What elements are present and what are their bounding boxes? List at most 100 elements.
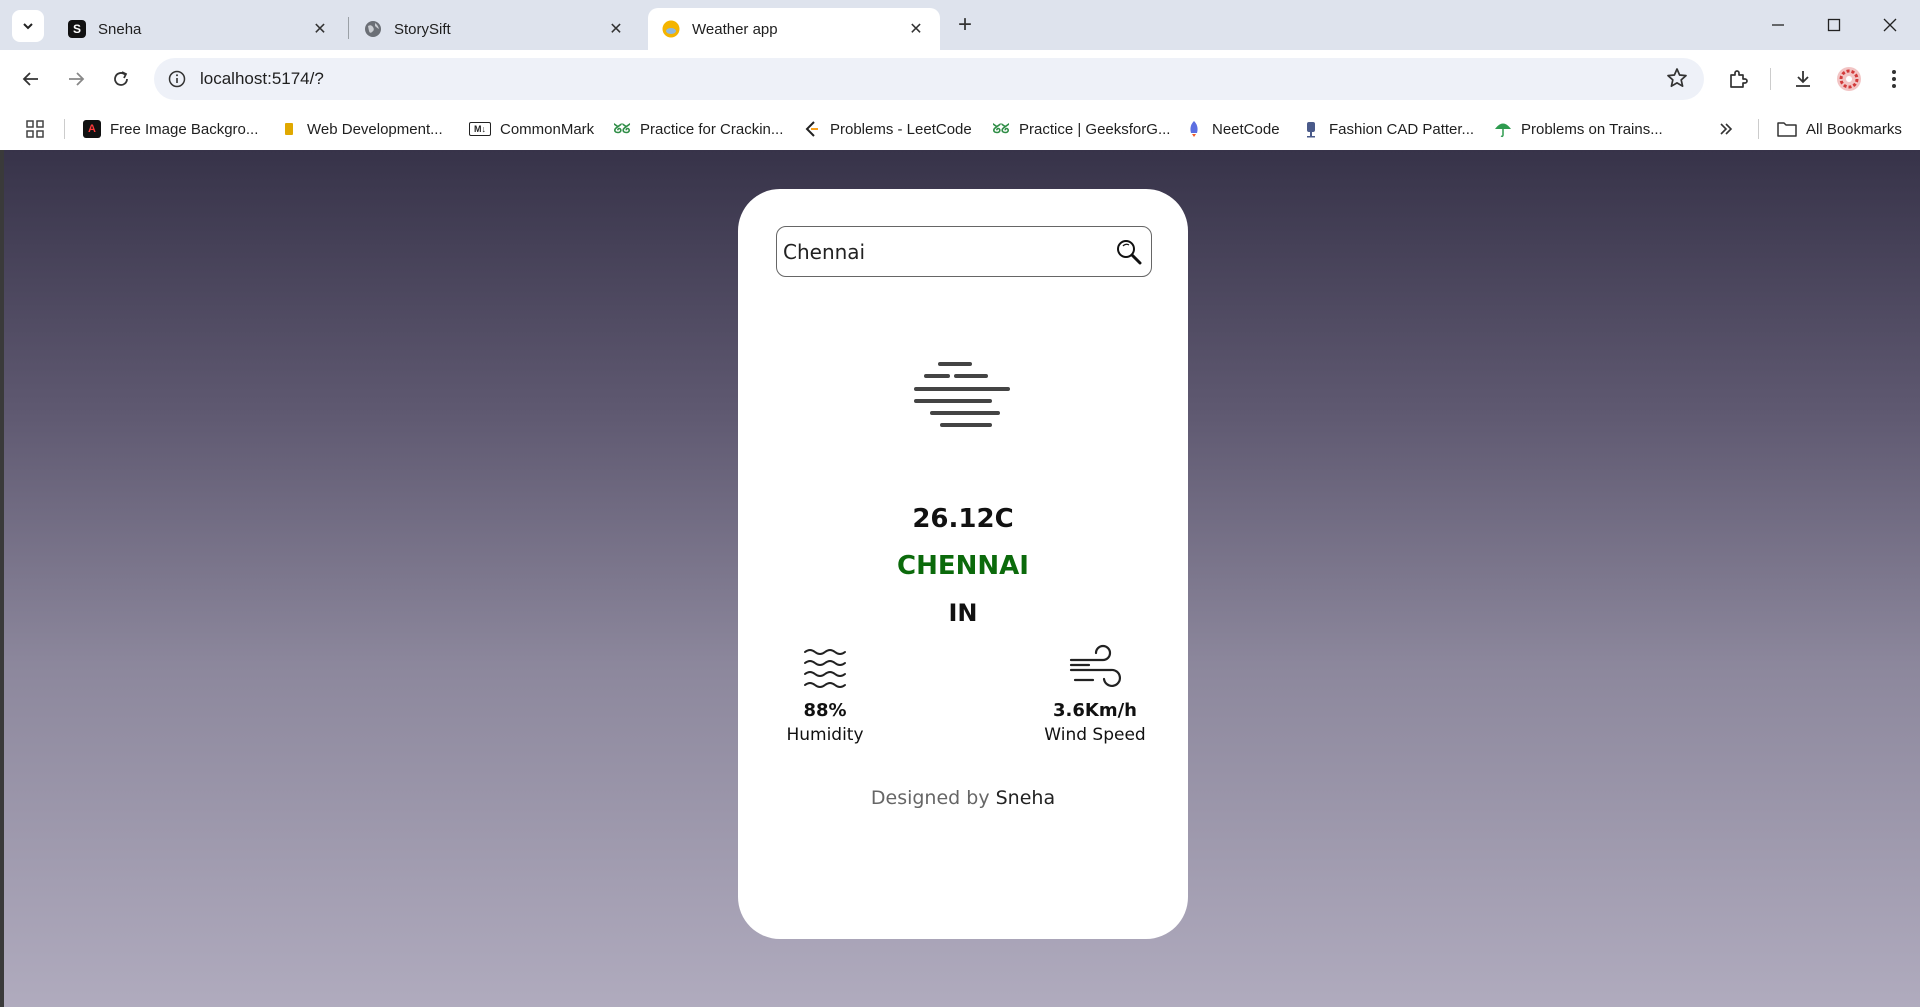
humidity-stat: 88% Humidity xyxy=(755,644,895,745)
bookmark-geeksforgeeks[interactable]: ᘜᘜ Practice | GeeksforG... xyxy=(992,118,1171,140)
bookmark-practice-cracking[interactable]: ᘜᘜ Practice for Crackin... xyxy=(613,118,784,140)
bookmark-commonmark[interactable]: M↓ CommonMark xyxy=(469,118,594,140)
more-bookmarks-button[interactable] xyxy=(1718,118,1734,140)
wind-speed-value: 3.6Km/h xyxy=(1053,700,1137,721)
bookmark-free-image[interactable]: A Free Image Backgro... xyxy=(83,118,258,140)
close-icon[interactable]: ✕ xyxy=(606,19,626,39)
bookmark-icon xyxy=(280,120,298,138)
download-icon xyxy=(1796,71,1810,87)
bookmark-label: NeetCode xyxy=(1212,120,1280,138)
mist-icon xyxy=(914,362,1010,427)
forward-button[interactable] xyxy=(60,63,92,95)
city-search-input[interactable] xyxy=(783,235,1103,269)
tab-strip: S Sneha ✕ StorySift ✕ Weather app ✕ + xyxy=(0,0,1920,50)
wind-speed-label: Wind Speed xyxy=(1044,725,1146,745)
bookmark-label: Practice | GeeksforG... xyxy=(1019,120,1171,138)
bookmarks-divider xyxy=(64,119,65,139)
credit-prefix: Designed by xyxy=(870,787,990,809)
reload-icon xyxy=(114,71,128,86)
weather-app-icon xyxy=(662,20,680,38)
close-icon[interactable]: ✕ xyxy=(906,19,926,39)
back-arrow-icon xyxy=(22,72,38,86)
weather-card: 26.12C CHENNAI IN 88% Humidity xyxy=(738,189,1188,939)
minimize-button[interactable] xyxy=(1750,6,1806,44)
tab-storysift[interactable]: StorySift ✕ xyxy=(350,8,640,50)
extensions-button[interactable] xyxy=(1722,63,1754,95)
tab-sneha[interactable]: S Sneha ✕ xyxy=(54,8,344,50)
designer-credit: Designed by Sneha xyxy=(738,787,1188,809)
search-icon xyxy=(1117,240,1142,265)
gfg-icon: ᘜᘜ xyxy=(613,121,631,136)
apps-grid-icon xyxy=(26,120,44,138)
bookmark-web-development[interactable]: Web Development... xyxy=(280,118,443,140)
adobe-icon: A xyxy=(83,120,101,138)
chevron-double-right-icon xyxy=(1720,123,1733,135)
close-icon[interactable]: ✕ xyxy=(310,19,330,39)
bookmark-label: Problems on Trains... xyxy=(1521,120,1663,138)
bookmark-label: Practice for Crackin... xyxy=(640,120,784,138)
search-button[interactable] xyxy=(1113,236,1145,268)
profile-avatar[interactable] xyxy=(1833,63,1865,95)
bookmark-star-icon[interactable] xyxy=(1666,67,1690,91)
maximize-icon xyxy=(1827,18,1841,32)
avatar-icon xyxy=(1837,67,1861,91)
forward-arrow-icon xyxy=(69,72,85,86)
puzzle-icon xyxy=(1730,70,1748,88)
more-vertical-icon xyxy=(1892,70,1896,88)
umbrella-icon xyxy=(1494,120,1512,138)
mannequin-icon xyxy=(1302,120,1320,138)
new-tab-button[interactable]: + xyxy=(951,11,979,39)
bookmarks-bar: A Free Image Backgro... Web Development.… xyxy=(0,108,1920,150)
tab-search-button[interactable] xyxy=(12,10,44,42)
maximize-button[interactable] xyxy=(1806,6,1862,44)
downloads-button[interactable] xyxy=(1787,63,1819,95)
apps-button[interactable] xyxy=(25,118,45,140)
bookmark-label: Free Image Backgro... xyxy=(110,120,259,138)
toolbar-divider xyxy=(1770,68,1771,90)
wind-stat: 3.6Km/h Wind Speed xyxy=(1025,644,1165,745)
tab-divider xyxy=(348,17,349,39)
bookmark-label: CommonMark xyxy=(500,120,595,138)
all-bookmarks-button[interactable]: All Bookmarks xyxy=(1777,118,1902,140)
bookmark-fashion-cad[interactable]: Fashion CAD Patter... xyxy=(1302,118,1474,140)
all-bookmarks-label: All Bookmarks xyxy=(1806,120,1902,138)
wind-icon xyxy=(1069,644,1122,688)
bookmark-label: Web Development... xyxy=(307,120,443,138)
chevron-down-icon xyxy=(23,23,33,30)
address-bar[interactable]: localhost:5174/? xyxy=(154,58,1704,100)
rocket-icon xyxy=(1185,120,1203,138)
reload-button[interactable] xyxy=(105,63,137,95)
city-name: CHENNAI xyxy=(897,551,1029,581)
tab-title: Sneha xyxy=(98,20,142,38)
search-box xyxy=(776,226,1152,277)
bookmark-problems-trains[interactable]: Problems on Trains... xyxy=(1494,118,1663,140)
minimize-icon xyxy=(1772,24,1784,26)
browser-menu-button[interactable] xyxy=(1878,63,1910,95)
bookmark-neetcode[interactable]: NeetCode xyxy=(1185,118,1280,140)
close-window-button[interactable] xyxy=(1862,6,1918,44)
leetcode-icon xyxy=(803,120,821,138)
url-text: localhost:5174/? xyxy=(200,69,324,88)
bookmark-label: Fashion CAD Patter... xyxy=(1329,120,1475,138)
humidity-label: Humidity xyxy=(786,725,864,745)
humidity-value: 88% xyxy=(803,700,847,721)
tab-title: Weather app xyxy=(692,20,778,38)
page-viewport: 26.12C CHENNAI IN 88% Humidity xyxy=(4,150,1920,1007)
country-code: IN xyxy=(948,599,978,627)
humidity-waves-icon xyxy=(804,649,846,688)
close-icon xyxy=(1883,18,1897,32)
sneha-favicon-icon: S xyxy=(68,20,86,38)
bookmarks-divider xyxy=(1758,119,1759,139)
globe-icon xyxy=(364,20,382,38)
browser-toolbar: localhost:5174/? xyxy=(0,50,1920,108)
markdown-icon: M↓ xyxy=(469,122,491,136)
site-info-icon[interactable] xyxy=(166,68,188,90)
tab-title: StorySift xyxy=(394,20,451,38)
bookmark-label: Problems - LeetCode xyxy=(830,120,972,138)
folder-icon xyxy=(1777,120,1797,138)
back-button[interactable] xyxy=(15,63,47,95)
gfg-icon: ᘜᘜ xyxy=(992,121,1010,136)
tab-weather-app[interactable]: Weather app ✕ xyxy=(648,8,940,50)
temperature: 26.12C xyxy=(912,504,1014,534)
bookmark-leetcode[interactable]: Problems - LeetCode xyxy=(803,118,972,140)
